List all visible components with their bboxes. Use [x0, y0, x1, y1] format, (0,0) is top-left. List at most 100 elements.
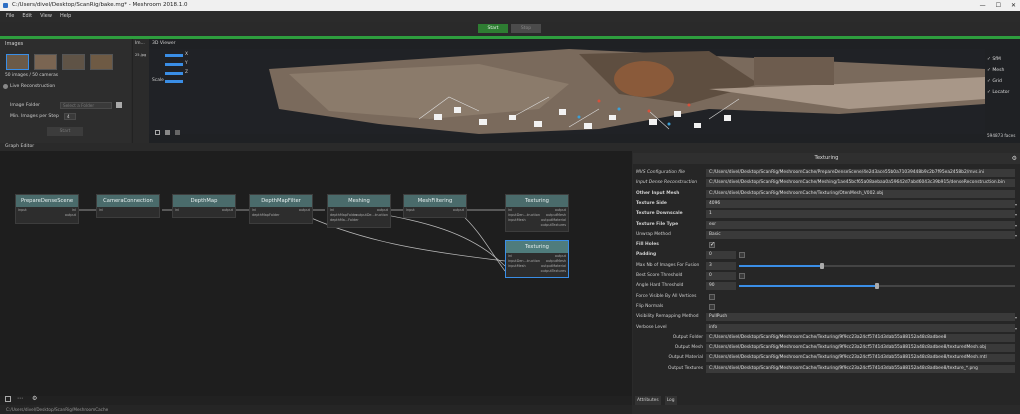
node-output-port[interactable]: outputTextures: [541, 223, 566, 227]
attribute-value[interactable]: C:/Users/divel/Desktop/ScanRig/MeshroomC…: [706, 189, 1015, 198]
node-input-port[interactable]: ini: [99, 208, 103, 212]
node-input-port[interactable]: depthMapFolder: [252, 213, 280, 217]
graph-node-meshfiltering[interactable]: MeshFiltering input output: [403, 194, 467, 218]
node-output-port[interactable]: output: [555, 208, 566, 212]
attribute-checkbox[interactable]: [739, 252, 745, 259]
attribute-value[interactable]: 1: [706, 210, 1015, 219]
node-output-port[interactable]: outputMaterial: [541, 264, 566, 268]
close-button[interactable]: ✕: [1011, 0, 1016, 11]
axis-y-slider[interactable]: [165, 63, 183, 66]
menu-edit[interactable]: Edit: [22, 11, 32, 22]
node-output-port[interactable]: outputMesh: [546, 259, 566, 263]
node-input-port[interactable]: ini: [508, 208, 512, 212]
node-input-port[interactable]: depthMapFolder: [330, 213, 358, 217]
fit-view-icon[interactable]: [5, 396, 11, 402]
attribute-checkbox[interactable]: [739, 273, 745, 279]
gear-icon[interactable]: ⚙: [32, 395, 37, 402]
node-output-port[interactable]: outputTextures: [541, 269, 566, 273]
node-output-port[interactable]: ini: [72, 208, 76, 212]
node-output-port[interactable]: outputDe...truction: [356, 213, 388, 217]
graph-node-texturing-selected[interactable]: Texturing ini inputDen...truction inputM…: [505, 240, 569, 278]
attribute-value[interactable]: C:/Users/divel/Desktop/ScanRig/MeshroomC…: [706, 169, 1015, 177]
attribute-value[interactable]: 0: [706, 251, 736, 260]
graph-node-meshing[interactable]: Meshing ini depthMapFolder depthMa...Fol…: [327, 194, 391, 228]
gear-icon[interactable]: ⚙: [1012, 155, 1017, 162]
image-thumbnail[interactable]: [62, 54, 85, 70]
node-input-port[interactable]: ini: [508, 254, 512, 258]
menu-view[interactable]: View: [40, 11, 52, 22]
menu-help[interactable]: Help: [60, 11, 71, 22]
layer-grid[interactable]: ✓ Grid: [987, 79, 1002, 84]
attribute-value[interactable]: C:/Users/divel/Desktop/ScanRig/MeshroomC…: [706, 364, 1015, 373]
axis-x-slider[interactable]: [165, 54, 183, 57]
slider-knob[interactable]: [819, 262, 824, 269]
attribute-value[interactable]: 4096: [706, 199, 1015, 208]
image-folder-input[interactable]: Select a Folder: [60, 102, 112, 109]
graph-node-texturing[interactable]: Texturing ini inputDen...truction inputM…: [505, 194, 569, 232]
axis-z-slider[interactable]: [165, 72, 183, 75]
layer-sfm[interactable]: ✓ SfM: [987, 57, 1001, 62]
graph-node-depthmap[interactable]: DepthMap ini output: [172, 194, 236, 218]
attribute-checkbox[interactable]: [709, 293, 715, 300]
node-input-port[interactable]: inputMesh: [508, 218, 526, 222]
view-mode-icon[interactable]: [165, 130, 170, 135]
image-thumbnail[interactable]: [6, 54, 29, 70]
layer-mesh[interactable]: ✓ Mesh: [987, 68, 1004, 73]
attribute-value[interactable]: C:/Users/divel/Desktop/ScanRig/MeshroomC…: [706, 179, 1015, 188]
node-output-port[interactable]: output: [555, 254, 566, 258]
graph-node-depthmapfilter[interactable]: DepthMapFilter ini depthMapFolder output: [249, 194, 313, 224]
node-output-port[interactable]: outputMaterial: [541, 218, 566, 222]
node-output-port[interactable]: output: [65, 213, 76, 217]
node-output-port[interactable]: output: [453, 208, 464, 212]
start-button[interactable]: Start: [478, 24, 508, 33]
attribute-value[interactable]: C:/Users/divel/Desktop/ScanRig/MeshroomC…: [706, 354, 1015, 363]
attribute-value[interactable]: 3: [706, 261, 736, 270]
node-input-port[interactable]: depthMa...Folder: [330, 218, 359, 222]
node-input-port[interactable]: ini: [330, 208, 334, 212]
attribute-slider[interactable]: [739, 283, 1015, 290]
node-input-port[interactable]: ini: [252, 208, 256, 212]
min-images-input[interactable]: 4: [64, 113, 76, 120]
folder-icon[interactable]: [116, 102, 122, 108]
live-reconstruction-label[interactable]: Live Reconstruction: [10, 84, 55, 89]
attribute-value[interactable]: 0: [706, 272, 736, 280]
maximize-button[interactable]: ☐: [996, 0, 1001, 11]
node-input-port[interactable]: inputDen...truction: [508, 259, 540, 263]
attribute-slider[interactable]: [739, 262, 1015, 269]
scene-render[interactable]: [149, 49, 985, 134]
attribute-value[interactable]: 90: [706, 282, 736, 291]
attribute-value[interactable]: C:/Users/divel/Desktop/ScanRig/MeshroomC…: [706, 344, 1015, 353]
tab-attributes[interactable]: Attributes: [635, 396, 661, 405]
more-icon[interactable]: ⋯: [17, 395, 23, 402]
node-input-port[interactable]: inputMesh: [508, 264, 526, 268]
3d-viewer[interactable]: 3D Viewer X Y Z Scale 594873 faces ✓ SfM…: [149, 39, 1020, 143]
attribute-checkbox[interactable]: [709, 303, 715, 310]
node-input-port[interactable]: ini: [175, 208, 179, 212]
attribute-value[interactable]: Basic: [706, 230, 1015, 239]
attribute-checkbox[interactable]: [709, 240, 715, 250]
minimize-button[interactable]: —: [980, 0, 986, 11]
node-input-port[interactable]: inputDen...truction: [508, 213, 540, 217]
graph-node-cameraconnection[interactable]: CameraConnection ini: [96, 194, 160, 218]
view-mode-icon[interactable]: [175, 130, 180, 135]
layer-locator[interactable]: ✓ Locator: [987, 90, 1009, 95]
node-output-port[interactable]: output: [222, 208, 233, 212]
node-output-port[interactable]: output: [299, 208, 310, 212]
node-output-port[interactable]: output: [377, 208, 388, 212]
attribute-value[interactable]: C:/Users/divel/Desktop/ScanRig/MeshroomC…: [706, 333, 1015, 342]
image-thumbnail[interactable]: [90, 54, 113, 70]
stop-button[interactable]: Stop: [511, 24, 541, 33]
menu-file[interactable]: File: [6, 11, 14, 22]
tab-log[interactable]: Log: [664, 396, 677, 405]
graph-node-preparedensescene[interactable]: PrepareDenseScene input ini output: [15, 194, 79, 224]
scale-slider[interactable]: [165, 80, 183, 83]
node-input-port[interactable]: input: [18, 208, 27, 212]
node-input-port[interactable]: input: [406, 208, 415, 212]
node-output-port[interactable]: outputMesh: [546, 213, 566, 217]
live-start-button[interactable]: Start: [47, 127, 83, 136]
image-thumbnail[interactable]: [34, 54, 57, 70]
attribute-value[interactable]: PullPush: [706, 313, 1015, 322]
attribute-value[interactable]: info: [706, 323, 1015, 332]
attribute-value[interactable]: exr: [706, 220, 1015, 229]
slider-knob[interactable]: [875, 283, 879, 290]
